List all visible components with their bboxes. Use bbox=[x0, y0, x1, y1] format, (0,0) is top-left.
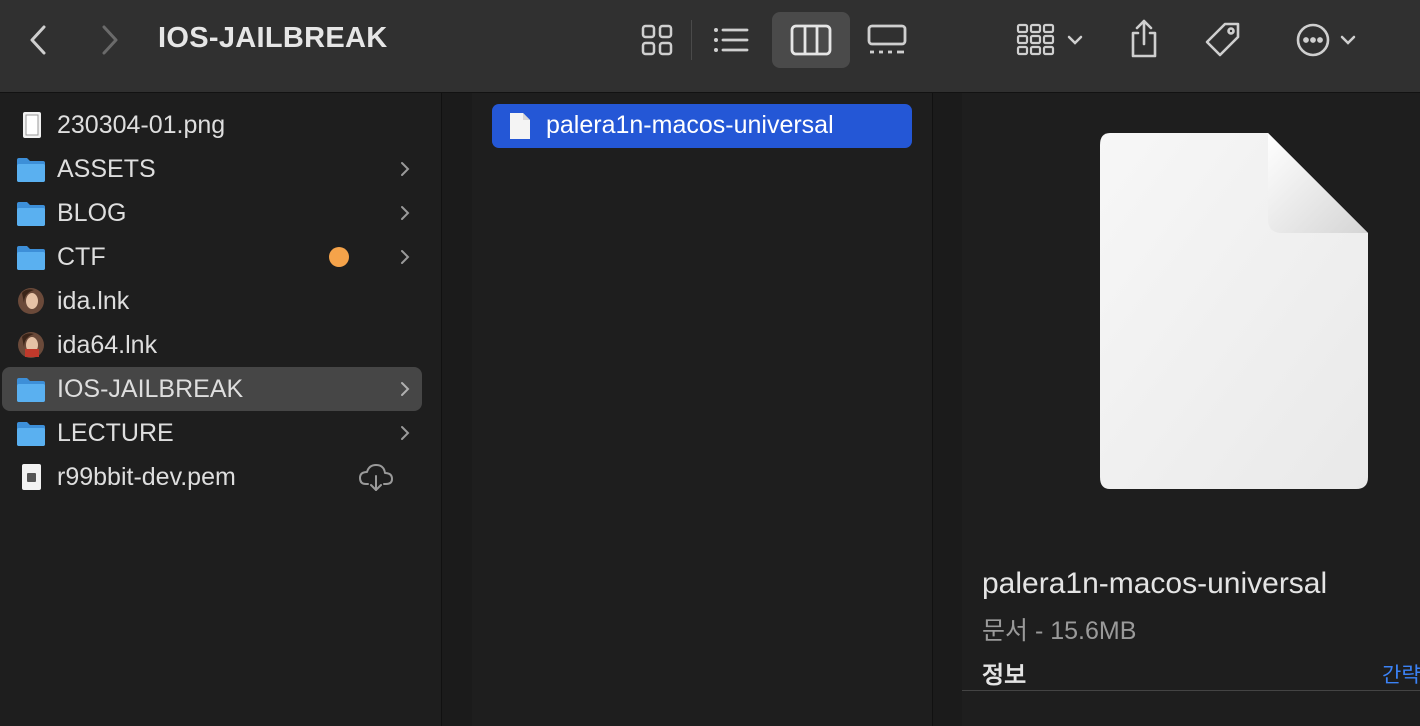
column-view-button[interactable] bbox=[772, 12, 850, 68]
chevron-left-icon bbox=[30, 25, 46, 55]
ellipsis-circle-icon bbox=[1296, 23, 1330, 57]
chevron-right-icon bbox=[401, 426, 410, 440]
gallery-view-button[interactable] bbox=[862, 18, 912, 62]
ida-shortcut-icon bbox=[18, 288, 44, 314]
folder-icon bbox=[17, 378, 45, 402]
ida64-shortcut-icon bbox=[18, 332, 44, 358]
item-label: ida64.lnk bbox=[57, 331, 158, 359]
grid-icon bbox=[641, 24, 673, 56]
group-icon bbox=[1016, 23, 1055, 56]
group-by-button[interactable] bbox=[1010, 18, 1090, 62]
item-label: CTF bbox=[57, 243, 106, 271]
item-label: 230304-01.png bbox=[57, 111, 226, 139]
list-item[interactable]: CTF bbox=[2, 235, 422, 279]
chevron-right-icon bbox=[401, 206, 410, 220]
folder-icon bbox=[17, 202, 45, 226]
list-item[interactable]: r99bbit-dev.pem bbox=[2, 455, 422, 499]
gallery-icon bbox=[867, 24, 907, 54]
columns-icon bbox=[790, 24, 832, 56]
chevron-right-icon bbox=[401, 250, 410, 264]
item-label: palera1n-macos-universal bbox=[546, 111, 834, 139]
item-label: IOS-JAILBREAK bbox=[57, 375, 244, 403]
preview-file-meta: 문서 - 15.6MB bbox=[982, 617, 1137, 645]
document-preview-icon bbox=[1100, 133, 1368, 489]
share-button[interactable] bbox=[1124, 14, 1164, 64]
show-less-link[interactable]: 간략 bbox=[1382, 659, 1420, 689]
certificate-file-icon bbox=[22, 464, 41, 490]
toolbar: IOS-JAILBREAK bbox=[0, 0, 1420, 93]
icon-view-button[interactable] bbox=[634, 18, 680, 62]
preview-file-name: palera1n-macos-universal bbox=[982, 567, 1328, 600]
file-column: palera1n-macos-universal bbox=[472, 93, 932, 726]
image-file-icon bbox=[23, 112, 41, 138]
window-title: IOS-JAILBREAK bbox=[158, 22, 388, 54]
info-heading: 정보 bbox=[982, 662, 1027, 689]
list-item[interactable]: LECTURE bbox=[2, 411, 422, 455]
list-item[interactable]: BLOG bbox=[2, 191, 422, 235]
item-label: ASSETS bbox=[57, 155, 156, 183]
list-item[interactable]: 230304-01.png bbox=[2, 103, 422, 147]
folder-icon bbox=[17, 246, 45, 270]
chevron-right-icon bbox=[102, 25, 118, 55]
document-icon bbox=[510, 113, 530, 139]
list-icon bbox=[714, 28, 749, 52]
item-label: LECTURE bbox=[57, 419, 174, 447]
folder-column: 230304-01.png ASSETS BLOG CTF ida.lnk id… bbox=[0, 93, 441, 726]
tag-icon bbox=[1205, 22, 1240, 57]
item-label: ida.lnk bbox=[57, 287, 130, 315]
cloud-download-icon[interactable] bbox=[358, 463, 394, 493]
chevron-down-icon bbox=[1340, 35, 1356, 45]
divider bbox=[962, 690, 1420, 691]
list-item[interactable]: ASSETS bbox=[2, 147, 422, 191]
column-divider[interactable] bbox=[932, 93, 964, 726]
orange-tag-dot bbox=[329, 247, 349, 267]
preview-pane: palera1n-macos-universal 문서 - 15.6MB 정보 … bbox=[962, 93, 1420, 726]
chevron-right-icon bbox=[401, 382, 410, 396]
list-item-selected[interactable]: palera1n-macos-universal bbox=[492, 104, 912, 148]
folder-icon bbox=[17, 158, 45, 182]
forward-button[interactable] bbox=[92, 20, 128, 60]
list-view-button[interactable] bbox=[706, 18, 756, 62]
list-item-selected[interactable]: IOS-JAILBREAK bbox=[2, 367, 422, 411]
chevron-down-icon bbox=[1067, 35, 1083, 45]
list-item[interactable]: ida64.lnk bbox=[2, 323, 422, 367]
more-actions-button[interactable] bbox=[1286, 18, 1366, 62]
column-divider[interactable] bbox=[441, 93, 473, 726]
item-label: BLOG bbox=[57, 199, 127, 227]
toolbar-divider bbox=[691, 20, 692, 60]
item-label: r99bbit-dev.pem bbox=[57, 463, 236, 491]
list-item[interactable]: ida.lnk bbox=[2, 279, 422, 323]
back-button[interactable] bbox=[20, 20, 56, 60]
share-icon bbox=[1131, 19, 1157, 58]
tags-button[interactable] bbox=[1200, 18, 1246, 62]
folder-icon bbox=[17, 422, 45, 446]
chevron-right-icon bbox=[401, 162, 410, 176]
